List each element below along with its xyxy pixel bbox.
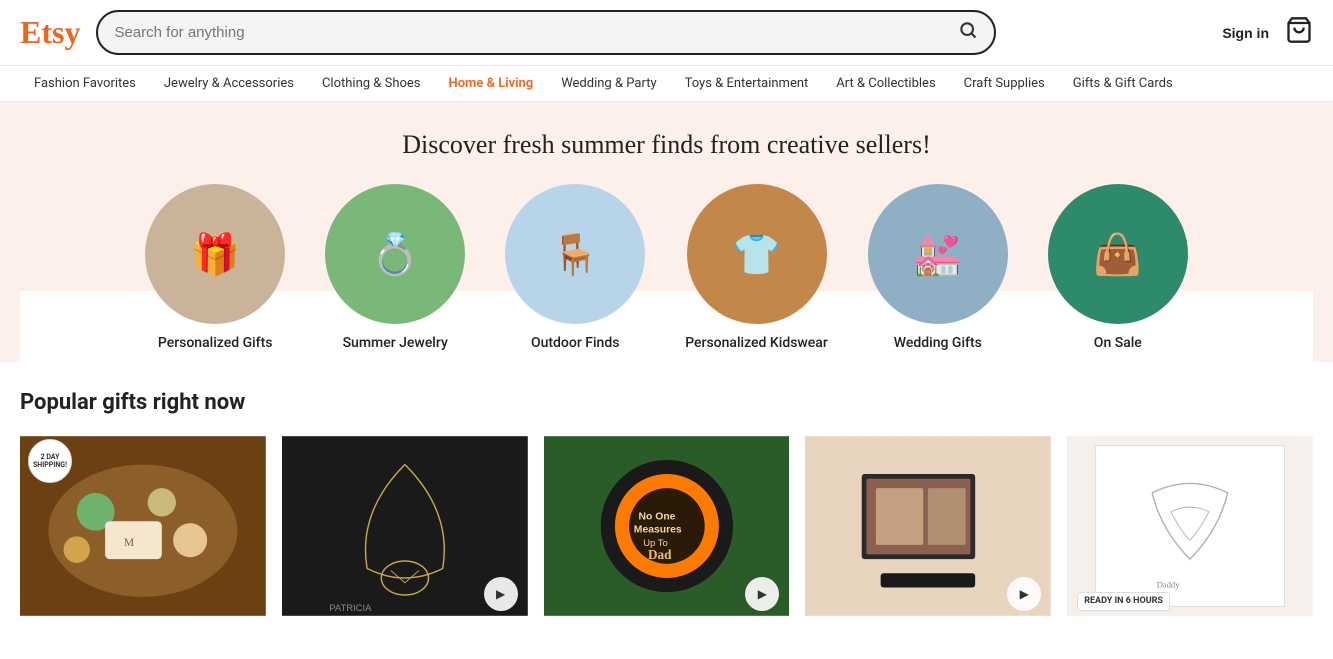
- category-label-personalized-kidswear: Personalized Kidswear: [685, 334, 828, 362]
- hero-title: Discover fresh summer finds from creativ…: [20, 130, 1313, 160]
- category-label-summer-jewelry: Summer Jewelry: [343, 334, 448, 362]
- category-icon-on-sale: 👜: [1048, 184, 1188, 324]
- category-icon-personalized-gifts: 🎁: [145, 184, 285, 324]
- nav-item-clothing---shoes[interactable]: Clothing & Shoes: [308, 66, 435, 101]
- category-summer-jewelry[interactable]: 💍 Summer Jewelry: [325, 184, 465, 362]
- nav-item-art---collectibles[interactable]: Art & Collectibles: [822, 66, 949, 101]
- svg-text:Daddy: Daddy: [1157, 580, 1180, 590]
- category-label-personalized-gifts: Personalized Gifts: [158, 334, 273, 362]
- category-circles: 🎁 Personalized Gifts 💍 Summer Jewelry 🪑 Outdo…: [20, 184, 1313, 362]
- nav-item-wedding---party[interactable]: Wedding & Party: [547, 66, 670, 101]
- ready-badge: READY IN 6 HOURS: [1077, 592, 1170, 612]
- category-icon-summer-jewelry: 💍: [325, 184, 465, 324]
- hero-banner: Discover fresh summer finds from creativ…: [0, 102, 1333, 362]
- shopping-cart-icon: [1285, 16, 1313, 44]
- product-card-necklace[interactable]: PATRICIA ▶: [282, 431, 528, 621]
- product-card-charcuterie[interactable]: M 2 DAY SHIPPING!: [20, 431, 266, 621]
- header-actions: Sign in: [1222, 16, 1313, 50]
- category-label-on-sale: On Sale: [1094, 334, 1142, 362]
- nav-item-craft-supplies[interactable]: Craft Supplies: [950, 66, 1059, 101]
- sign-in-button[interactable]: Sign in: [1222, 25, 1269, 41]
- etsy-logo[interactable]: Etsy: [20, 14, 80, 51]
- play-button-necklace[interactable]: ▶: [484, 577, 518, 611]
- svg-text:Dad: Dad: [648, 547, 672, 562]
- main-nav: Fashion FavoritesJewelry & AccessoriesCl…: [0, 66, 1333, 102]
- nav-item-toys---entertainment[interactable]: Toys & Entertainment: [671, 66, 823, 101]
- category-on-sale[interactable]: 👜 On Sale: [1048, 184, 1188, 362]
- search-bar: [96, 10, 996, 55]
- svg-text:Measures: Measures: [633, 525, 681, 536]
- product-image-charcuterie: M 2 DAY SHIPPING!: [20, 431, 266, 621]
- svg-text:M: M: [124, 537, 134, 549]
- product-image-photos: ▶: [805, 431, 1051, 621]
- product-image-print: Daddy READY IN 6 HOURS: [1067, 431, 1313, 621]
- search-icon: [958, 20, 978, 40]
- shipping-badge: 2 DAY SHIPPING!: [28, 439, 72, 483]
- nav-item-home---living[interactable]: Home & Living: [435, 66, 548, 101]
- category-icon-wedding-gifts: 💒: [868, 184, 1008, 324]
- cart-icon[interactable]: [1285, 16, 1313, 50]
- category-icon-personalized-kidswear: 👕: [687, 184, 827, 324]
- nav-item-gifts---gift-cards[interactable]: Gifts & Gift Cards: [1059, 66, 1187, 101]
- search-button[interactable]: [958, 20, 978, 45]
- category-outdoor-finds[interactable]: 🪑 Outdoor Finds: [505, 184, 645, 362]
- category-personalized-kidswear[interactable]: 👕 Personalized Kidswear: [685, 184, 828, 362]
- product-image-tape: No One Measures Up To Dad ▶: [544, 431, 790, 621]
- svg-text:PATRICIA: PATRICIA: [329, 603, 372, 614]
- category-icon-outdoor-finds: 🪑: [505, 184, 645, 324]
- category-label-wedding-gifts: Wedding Gifts: [894, 334, 982, 362]
- popular-section: Popular gifts right now M 2 DAY SHIPPING…: [0, 362, 1333, 637]
- popular-title: Popular gifts right now: [20, 390, 1313, 415]
- product-card-print[interactable]: Daddy READY IN 6 HOURS: [1067, 431, 1313, 621]
- product-image-necklace: PATRICIA ▶: [282, 431, 528, 621]
- product-grid: M 2 DAY SHIPPING! PATRICIA ▶ No One Meas…: [20, 431, 1313, 621]
- product-card-photos[interactable]: ▶: [805, 431, 1051, 621]
- header: Etsy Sign in: [0, 0, 1333, 66]
- nav-item-fashion-favorites[interactable]: Fashion Favorites: [20, 66, 150, 101]
- nav-item-jewelry---accessories[interactable]: Jewelry & Accessories: [150, 66, 308, 101]
- category-wedding-gifts[interactable]: 💒 Wedding Gifts: [868, 184, 1008, 362]
- category-label-outdoor-finds: Outdoor Finds: [531, 334, 619, 362]
- product-card-tape[interactable]: No One Measures Up To Dad ▶: [544, 431, 790, 621]
- search-input[interactable]: [114, 24, 950, 41]
- category-personalized-gifts[interactable]: 🎁 Personalized Gifts: [145, 184, 285, 362]
- svg-text:No One: No One: [638, 512, 675, 523]
